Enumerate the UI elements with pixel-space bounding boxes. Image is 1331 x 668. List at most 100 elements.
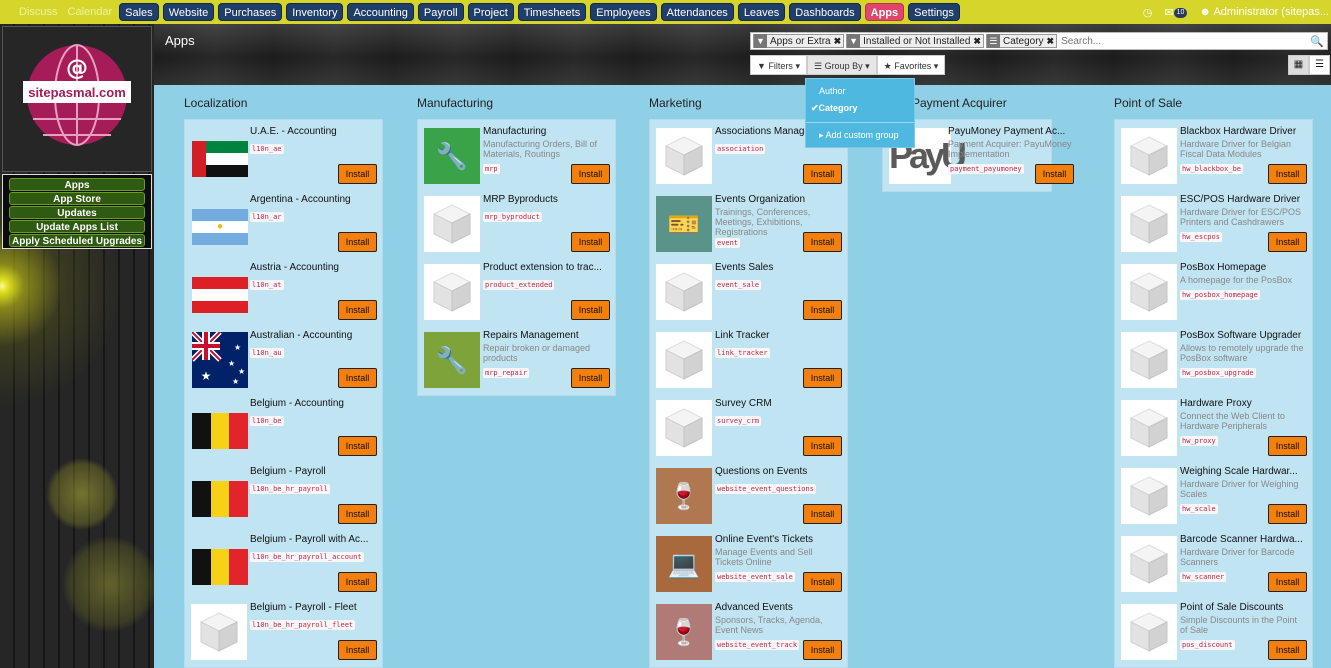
app-card[interactable]: 💻 Online Event's Tickets Manage Events and… bbox=[655, 532, 842, 594]
install-button[interactable]: Install bbox=[803, 164, 842, 184]
menu-website[interactable]: Website bbox=[162, 3, 215, 21]
app-card[interactable]: MRP Byproducts mrp_byproduct Install bbox=[423, 192, 610, 254]
app-technical-name: hw_posbox_homepage bbox=[1180, 290, 1260, 300]
install-button[interactable]: Install bbox=[338, 164, 377, 184]
install-button[interactable]: Install bbox=[803, 504, 842, 524]
app-card[interactable]: ESC/POS Hardware Driver Hardware Driver f… bbox=[1120, 192, 1307, 254]
remove-facet-icon[interactable]: ✖ bbox=[973, 36, 981, 47]
sidebar-item-update-apps-list[interactable]: Update Apps List bbox=[9, 220, 145, 233]
messages-icon[interactable]: ✉ 10 bbox=[1164, 6, 1188, 19]
menu-project[interactable]: Project bbox=[467, 3, 514, 21]
app-card[interactable]: Link Tracker link_tracker Install bbox=[655, 328, 842, 390]
company-logo[interactable]: @ sitepasmal.com bbox=[2, 26, 152, 172]
install-button[interactable]: Install bbox=[803, 300, 842, 320]
filters-button[interactable]: ▼ Filters ▾ bbox=[750, 55, 807, 75]
install-button[interactable]: Install bbox=[1268, 232, 1307, 252]
install-button[interactable]: Install bbox=[338, 232, 377, 252]
user-menu[interactable]: ☻ Administrator (sitepas... bbox=[1199, 6, 1329, 18]
app-card[interactable]: Belgium - Payroll l10n_be_hr_payroll Insta… bbox=[190, 464, 377, 526]
search-facet[interactable]: ▼ Installed or Not Installed ✖ bbox=[846, 34, 984, 48]
app-card[interactable]: Point of Sale Discounts Simple Discounts … bbox=[1120, 600, 1307, 662]
group-by-author[interactable]: Author bbox=[806, 83, 914, 100]
search-facet[interactable]: ▼ Apps or Extra ✖ bbox=[753, 34, 845, 48]
menu-dashboards[interactable]: Dashboards bbox=[789, 3, 861, 21]
app-card[interactable]: Survey CRM survey_crm Install bbox=[655, 396, 842, 458]
menu-leaves[interactable]: Leaves bbox=[737, 3, 786, 21]
app-card[interactable]: ★ ★ ★ ★ ★ Australian - Accounting l10n_au Insta… bbox=[190, 328, 377, 390]
menu-timesheets[interactable]: Timesheets bbox=[517, 3, 587, 21]
sidebar-item-app-store[interactable]: App Store bbox=[9, 192, 145, 205]
install-button[interactable]: Install bbox=[338, 572, 377, 592]
app-card[interactable]: ● Argentina - Accounting l10n_ar Install bbox=[190, 192, 377, 254]
cube-icon bbox=[1121, 264, 1177, 320]
menu-calendar[interactable]: Calendar bbox=[65, 3, 116, 21]
kanban-view-button[interactable]: ▦ bbox=[1288, 55, 1309, 75]
install-button[interactable]: Install bbox=[1268, 572, 1307, 592]
search-bar[interactable]: ▼ Apps or Extra ✖ ▼ Installed or Not Install… bbox=[750, 32, 1328, 50]
menu-attendances[interactable]: Attendances bbox=[660, 3, 734, 21]
install-button[interactable]: Install bbox=[1268, 504, 1307, 524]
app-card[interactable]: Hardware Proxy Connect the Web Client to … bbox=[1120, 396, 1307, 458]
install-button[interactable]: Install bbox=[1035, 164, 1074, 184]
app-card[interactable]: Weighing Scale Hardwar... Hardware Driver… bbox=[1120, 464, 1307, 526]
menu-inventory[interactable]: Inventory bbox=[286, 3, 344, 21]
install-button[interactable]: Install bbox=[1268, 640, 1307, 660]
menu-payroll[interactable]: Payroll bbox=[417, 3, 464, 21]
remove-facet-icon[interactable]: ✖ bbox=[834, 36, 842, 47]
sidebar-item-apps[interactable]: Apps bbox=[9, 178, 145, 191]
install-button[interactable]: Install bbox=[1268, 436, 1307, 456]
app-card[interactable]: Blackbox Hardware Driver Hardware Driver … bbox=[1120, 124, 1307, 186]
menu-accounting[interactable]: Accounting bbox=[347, 3, 414, 21]
app-card[interactable]: U.A.E. - Accounting l10n_ae Install bbox=[190, 124, 377, 186]
search-input[interactable] bbox=[1061, 35, 1327, 47]
group-by-button[interactable]: ☰ Group By ▾ bbox=[806, 55, 877, 75]
app-card[interactable]: Barcode Scanner Hardwa... Hardware Driver… bbox=[1120, 532, 1307, 594]
install-button[interactable]: Install bbox=[803, 572, 842, 592]
app-card[interactable]: Belgium - Accounting l10n_be Install bbox=[190, 396, 377, 458]
remove-facet-icon[interactable]: ✖ bbox=[1047, 36, 1055, 47]
install-button[interactable]: Install bbox=[571, 232, 610, 252]
sidebar-item-apply-scheduled-upgrades[interactable]: Apply Scheduled Upgrades bbox=[9, 234, 145, 247]
install-button[interactable]: Install bbox=[571, 300, 610, 320]
install-button[interactable]: Install bbox=[338, 436, 377, 456]
install-button[interactable]: Install bbox=[803, 436, 842, 456]
install-button[interactable]: Install bbox=[338, 368, 377, 388]
menu-apps[interactable]: Apps bbox=[864, 3, 905, 21]
install-button[interactable]: Install bbox=[803, 232, 842, 252]
sidebar-item-updates[interactable]: Updates bbox=[9, 206, 145, 219]
menu-settings[interactable]: Settings bbox=[908, 3, 960, 21]
app-card[interactable]: PosBox Homepage A homepage for the PosBox… bbox=[1120, 260, 1307, 322]
app-card[interactable]: 🔧 Repairs Management Repair broken or dama… bbox=[423, 328, 610, 390]
search-facet[interactable]: ☰ Category ✖ bbox=[985, 34, 1058, 48]
app-card[interactable]: PosBox Software Upgrader Allows to remote… bbox=[1120, 328, 1307, 390]
app-card[interactable]: Product extension to trac... product_exte… bbox=[423, 260, 610, 322]
menu-sales[interactable]: Sales bbox=[119, 3, 159, 21]
group-by-category[interactable]: ✔Category bbox=[806, 100, 914, 117]
install-button[interactable]: Install bbox=[1268, 164, 1307, 184]
app-card[interactable]: 🔧 Manufacturing Manufacturing Orders, Bill… bbox=[423, 124, 610, 186]
app-card[interactable]: 🍷 Advanced Events Sponsors, Tracks, Agenda… bbox=[655, 600, 842, 662]
app-card[interactable]: 🎫 Events Organization Trainings, Conferenc… bbox=[655, 192, 842, 254]
app-card[interactable]: 🍷 Questions on Events website_event_questi… bbox=[655, 464, 842, 526]
app-card[interactable]: Belgium - Payroll - Fleet l10n_be_hr_payr… bbox=[190, 600, 377, 662]
menu-employees[interactable]: Employees bbox=[590, 3, 657, 21]
favorites-button[interactable]: ★ Favorites ▾ bbox=[876, 55, 946, 75]
search-icon[interactable]: 🔍 bbox=[1310, 35, 1324, 48]
install-button[interactable]: Install bbox=[338, 504, 377, 524]
install-button[interactable]: Install bbox=[803, 368, 842, 388]
menu-purchases[interactable]: Purchases bbox=[218, 3, 283, 21]
list-view-button[interactable]: ☰ bbox=[1309, 55, 1330, 75]
app-card[interactable]: Austria - Accounting l10n_at Install bbox=[190, 260, 377, 322]
app-technical-name: website_event_questions bbox=[715, 484, 816, 494]
install-button[interactable]: Install bbox=[803, 640, 842, 660]
install-button[interactable]: Install bbox=[338, 300, 377, 320]
app-card[interactable]: PayU PayuMoney Payment Ac... Payment Acqui… bbox=[888, 124, 1074, 186]
install-button[interactable]: Install bbox=[571, 164, 610, 184]
add-custom-group[interactable]: ▸ Add custom group bbox=[806, 127, 914, 144]
clock-icon[interactable]: ◷ bbox=[1143, 6, 1153, 19]
app-card[interactable]: Events Sales event_sale Install bbox=[655, 260, 842, 322]
install-button[interactable]: Install bbox=[338, 640, 377, 660]
install-button[interactable]: Install bbox=[571, 368, 610, 388]
app-card[interactable]: Belgium - Payroll with Ac... l10n_be_hr_p… bbox=[190, 532, 377, 594]
menu-discuss[interactable]: Discuss bbox=[16, 3, 61, 21]
